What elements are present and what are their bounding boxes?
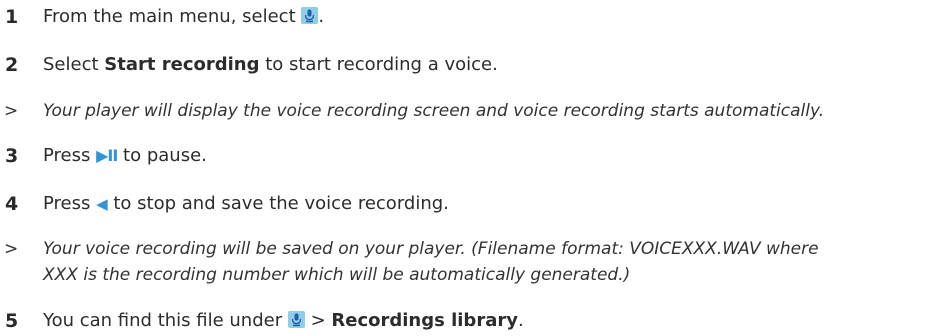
step-text: Select Start recording to start recordin… <box>43 54 498 75</box>
microphone-icon <box>287 311 305 328</box>
step-number: 3 <box>5 145 19 167</box>
menu-option-recordings-library: Recordings library <box>331 310 518 331</box>
result-text-line-2: XXX is the recording number which will b… <box>43 265 631 285</box>
step-number: 4 <box>5 193 19 215</box>
step-number: 2 <box>5 54 19 76</box>
step-number: 1 <box>5 6 19 28</box>
result-marker: > <box>4 101 19 121</box>
step-number: 5 <box>5 310 19 332</box>
step-text: Press ▶II to pause. <box>43 145 207 166</box>
left-arrow-icon: ◀ <box>96 195 108 213</box>
result-marker: > <box>4 239 19 259</box>
step-text: From the main menu, select . <box>43 6 325 27</box>
step-text: Press ◀ to stop and save the voice recor… <box>43 193 449 214</box>
result-text: Your player will display the voice recor… <box>43 101 825 121</box>
play-pause-icon: ▶II <box>96 146 118 165</box>
result-text-line-1: Your voice recording will be saved on yo… <box>43 239 819 259</box>
step-text: You can find this file under > Recording… <box>43 310 524 331</box>
microphone-icon <box>301 7 319 24</box>
menu-option-start-recording: Start recording <box>104 54 260 75</box>
